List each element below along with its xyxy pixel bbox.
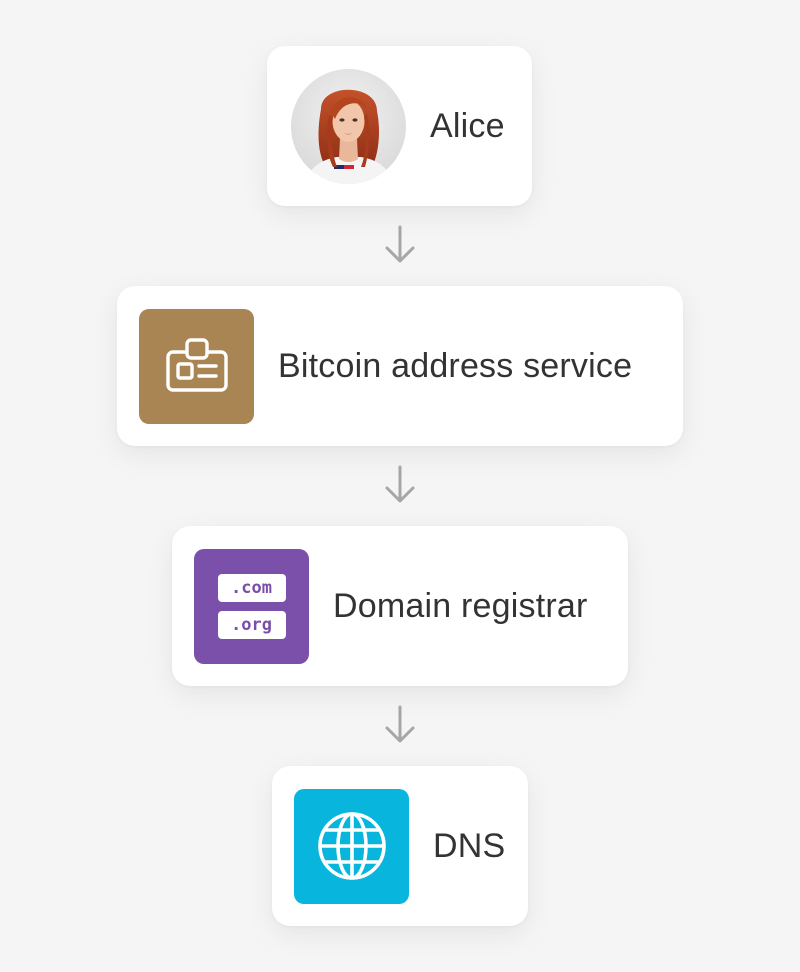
- node-bitcoin-address-service: Bitcoin address service: [117, 286, 683, 446]
- id-badge-icon: [139, 308, 254, 424]
- node-domain-registrar: .com .org Domain registrar: [172, 526, 628, 686]
- domain-chip-org: .org: [217, 610, 286, 639]
- node-label: Bitcoin address service: [278, 346, 633, 385]
- domain-extensions-icon: .com .org: [194, 548, 309, 664]
- node-label: DNS: [433, 826, 506, 865]
- node-label: Alice: [430, 106, 505, 145]
- globe-icon: [294, 788, 409, 904]
- node-dns: DNS: [272, 766, 528, 926]
- alice-avatar: [291, 68, 406, 184]
- node-label: Domain registrar: [333, 586, 588, 625]
- domain-chip-com: .com: [217, 573, 286, 602]
- flow-arrow: [385, 225, 415, 263]
- node-alice: Alice: [267, 46, 532, 206]
- flow-arrow: [385, 465, 415, 503]
- flow-arrow: [385, 705, 415, 743]
